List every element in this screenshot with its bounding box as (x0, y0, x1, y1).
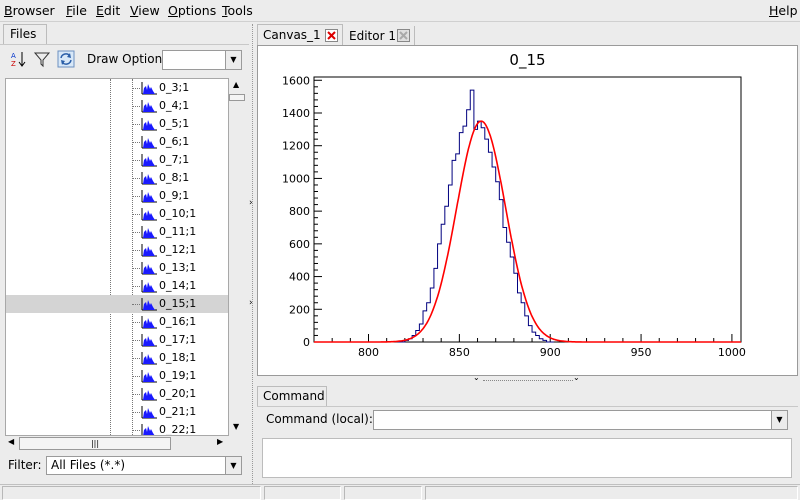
status-cell (344, 486, 422, 500)
chevron-down-icon[interactable]: ⌄ (573, 373, 580, 382)
splitter-line (483, 380, 573, 381)
y-tick-label: 0 (303, 336, 310, 349)
status-cell (2, 486, 261, 500)
fit-curve (314, 120, 741, 343)
command-input[interactable]: ▼ (373, 410, 788, 430)
status-cell (264, 486, 341, 500)
x-tick-label: 800 (358, 346, 379, 359)
x-tick-label: 900 (540, 346, 561, 359)
x-tick-label: 1000 (718, 346, 746, 359)
y-tick-label: 1000 (282, 172, 310, 185)
y-tick-label: 1200 (282, 140, 310, 153)
tab-command[interactable]: Command (257, 386, 327, 407)
x-tick-label: 850 (449, 346, 470, 359)
x-tick-label: 950 (631, 346, 652, 359)
command-label: Command (local): (266, 412, 373, 426)
horizontal-splitter[interactable]: ⌄ ⌄ (473, 373, 583, 384)
y-tick-label: 200 (289, 303, 310, 316)
y-tick-label: 800 (289, 205, 310, 218)
chevron-down-icon[interactable]: ⌄ (473, 373, 480, 382)
y-tick-label: 1400 (282, 107, 310, 120)
command-output (262, 438, 792, 478)
y-tick-label: 400 (289, 271, 310, 284)
plot-frame (313, 76, 742, 343)
chevron-down-icon[interactable]: ▼ (771, 411, 787, 429)
status-cell (425, 486, 798, 500)
y-tick-label: 1600 (282, 74, 310, 87)
status-bar (0, 484, 800, 500)
y-tick-label: 600 (289, 238, 310, 251)
